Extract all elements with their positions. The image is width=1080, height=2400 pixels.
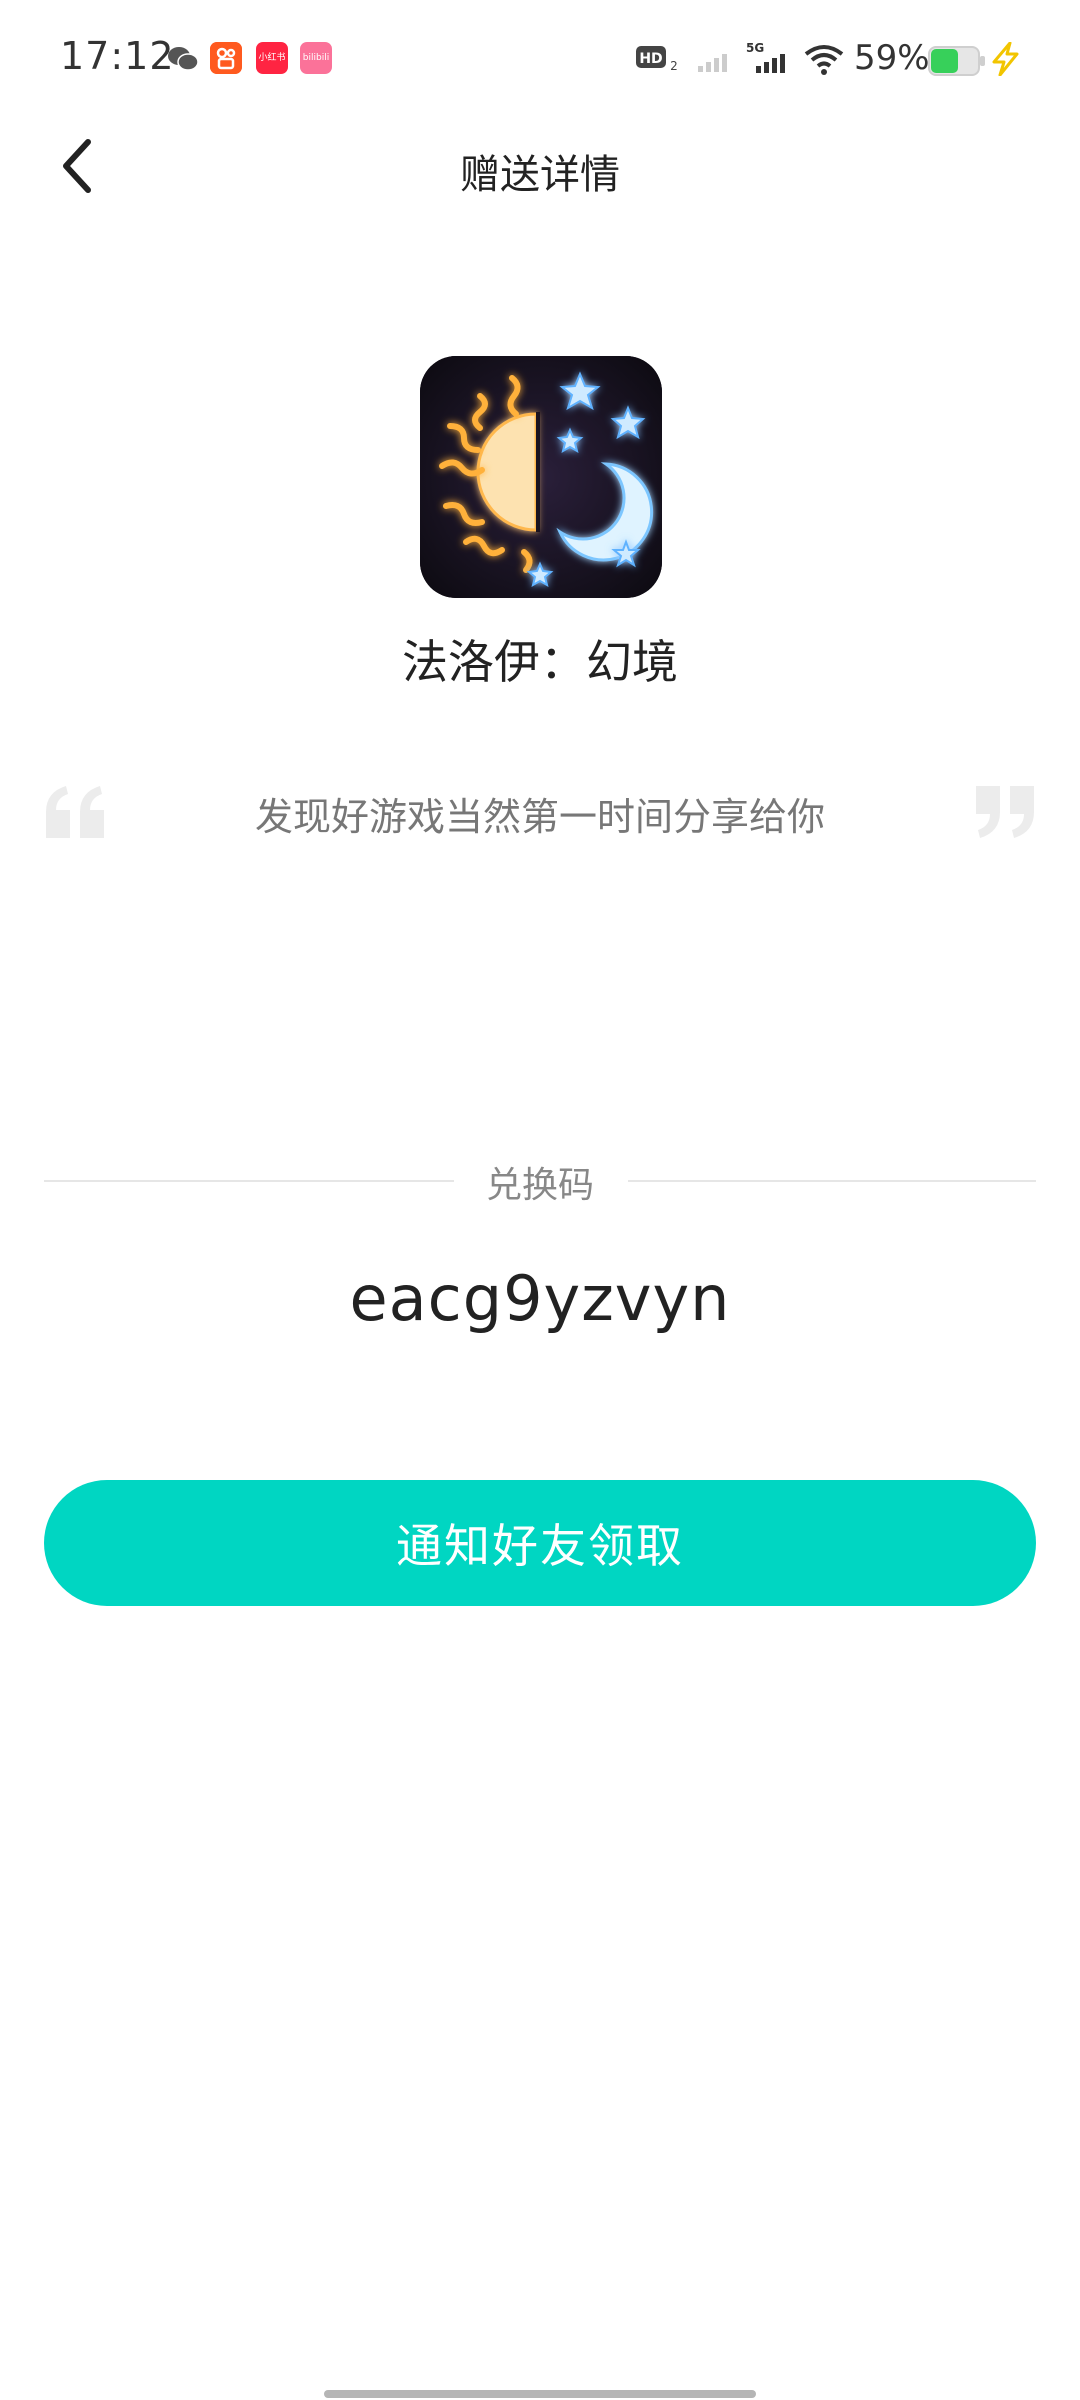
sun-moon-logo — [420, 356, 662, 598]
page-title: 赠送详情 — [460, 152, 620, 198]
home-indicator[interactable] — [324, 2390, 756, 2398]
xiaohongshu-icon: 小红书 — [256, 42, 288, 74]
close-quote-icon — [976, 786, 1034, 838]
screen: 17:12 小红书 bilibili HD 2 5G 59% 赠送详情 法洛伊：… — [0, 0, 1080, 2400]
game-name: 法洛伊：幻境 — [402, 635, 678, 689]
hd-voice-icon: HD 2 — [636, 46, 678, 72]
wifi-icon — [804, 45, 844, 75]
svg-text:2: 2 — [670, 59, 678, 72]
notify-friend-button[interactable]: 通知好友领取 — [44, 1480, 1036, 1606]
battery-icon — [928, 46, 985, 76]
divider-right — [628, 1180, 1036, 1182]
kuaishou-icon — [210, 42, 242, 74]
svg-text:HD: HD — [639, 51, 662, 67]
redeem-code-label: 兑换码 — [485, 1165, 594, 1206]
signal-weak-icon — [698, 54, 727, 72]
signal-5g-icon: 5G — [746, 41, 785, 73]
game-icon — [420, 356, 662, 598]
battery-percent: 59% — [854, 38, 930, 78]
status-time: 17:12 — [60, 34, 175, 78]
svg-text:5G: 5G — [746, 41, 764, 55]
share-quote: 发现好游戏当然第一时间分享给你 — [254, 795, 825, 839]
wechat-icon — [168, 47, 199, 71]
status-bar: 17:12 小红书 bilibili HD 2 5G 59% — [0, 0, 1080, 120]
redeem-code-value[interactable]: eacg9yzvyn — [0, 1262, 1080, 1335]
app-header: 赠送详情 — [0, 120, 1080, 220]
bilibili-icon: bilibili — [300, 42, 332, 74]
charging-bolt-icon — [992, 42, 1019, 76]
